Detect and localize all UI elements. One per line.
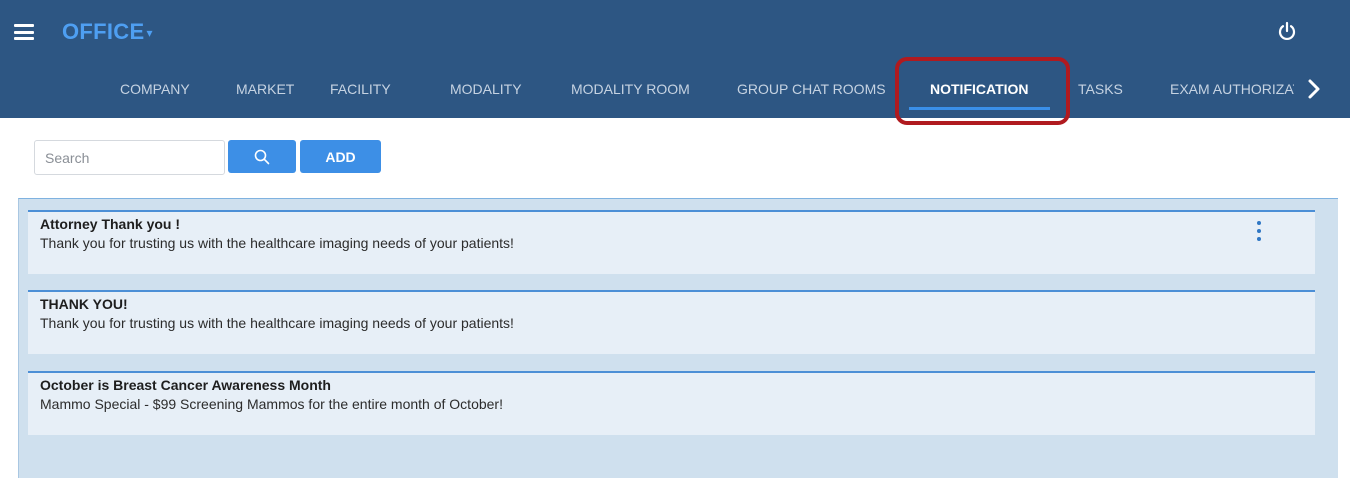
power-icon[interactable] [1276, 20, 1298, 42]
add-button[interactable]: ADD [300, 140, 381, 173]
tab-facility[interactable]: FACILITY [330, 70, 391, 110]
notification-body: Thank you for trusting us with the healt… [40, 235, 514, 251]
office-dropdown[interactable]: OFFICE ▾ [62, 19, 153, 45]
kebab-menu-icon[interactable] [1253, 221, 1265, 241]
notification-body: Mammo Special - $99 Screening Mammos for… [40, 396, 503, 412]
notification-card[interactable]: THANK YOU! Thank you for trusting us wit… [28, 290, 1315, 354]
search-icon [254, 149, 270, 164]
main-nav-tabs: COMPANY MARKET FACILITY MODALITY MODALIT… [0, 70, 1350, 110]
caret-down-icon: ▾ [146, 26, 153, 41]
tab-market[interactable]: MARKET [236, 70, 294, 110]
notification-list: Attorney Thank you ! Thank you for trust… [18, 198, 1338, 478]
tab-exam-authorization[interactable]: EXAM AUTHORIZAT [1170, 70, 1294, 110]
search-input[interactable] [34, 140, 225, 175]
tab-company[interactable]: COMPANY [120, 70, 190, 110]
notification-title: October is Breast Cancer Awareness Month [40, 377, 331, 393]
notification-tab-highlight [895, 57, 1070, 125]
notification-card[interactable]: Attorney Thank you ! Thank you for trust… [28, 210, 1315, 274]
brand-label: OFFICE [62, 19, 145, 44]
notification-card[interactable]: October is Breast Cancer Awareness Month… [28, 371, 1315, 435]
chevron-right-icon[interactable] [1304, 78, 1324, 100]
notification-title: Attorney Thank you ! [40, 216, 181, 232]
hamburger-menu-icon[interactable] [14, 24, 34, 40]
notification-title: THANK YOU! [40, 296, 128, 312]
notification-body: Thank you for trusting us with the healt… [40, 315, 514, 331]
tab-group-chat-rooms[interactable]: GROUP CHAT ROOMS [737, 70, 886, 110]
search-button[interactable] [228, 140, 296, 173]
tab-modality-room[interactable]: MODALITY ROOM [571, 70, 690, 110]
tab-modality[interactable]: MODALITY [450, 70, 522, 110]
tab-tasks[interactable]: TASKS [1078, 70, 1123, 110]
top-header: OFFICE ▾ COMPANY MARKET FACILITY MODALITY… [0, 0, 1350, 118]
